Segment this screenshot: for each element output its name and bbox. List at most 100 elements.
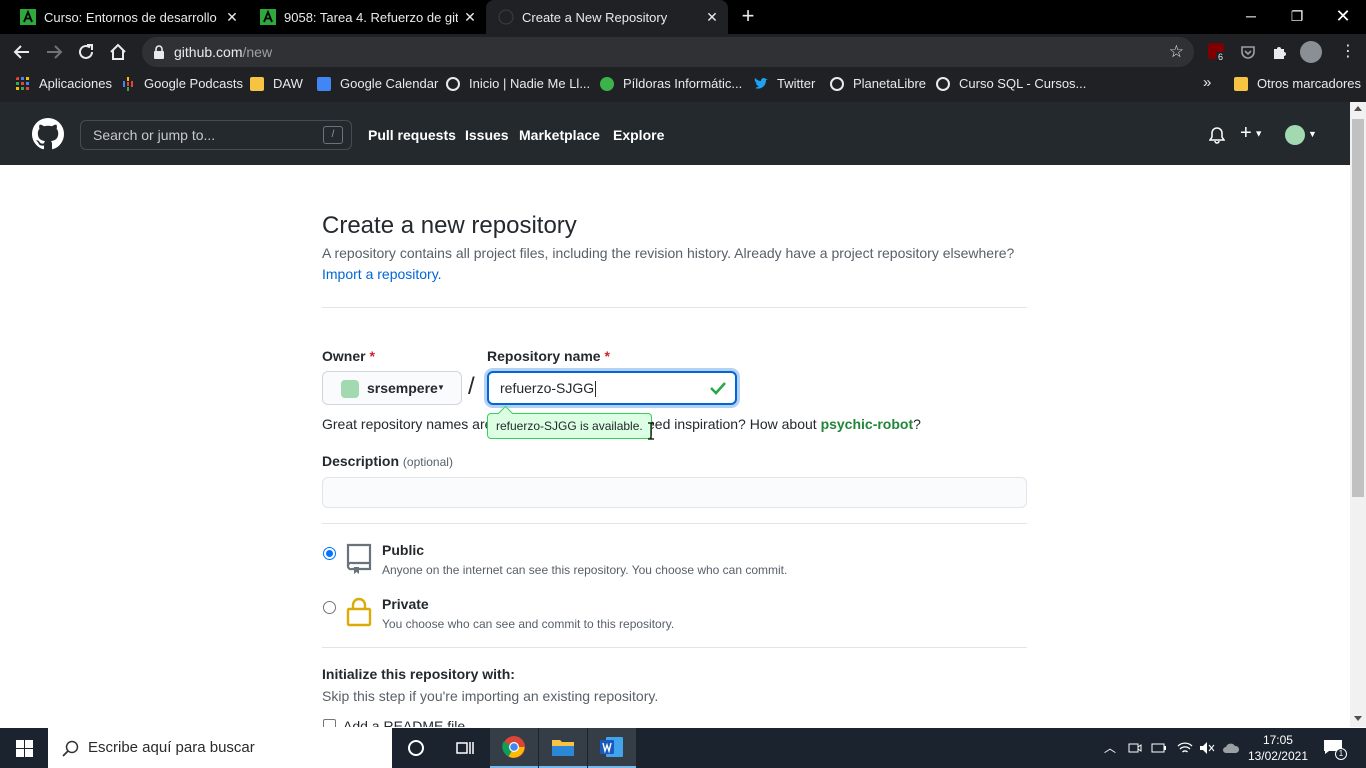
bookmark-label: Google Podcasts: [144, 76, 244, 91]
more-bookmarks-button[interactable]: »: [1203, 74, 1211, 91]
tab-title: Create a New Repository: [522, 9, 668, 25]
system-clock[interactable]: 17:05 13/02/2021: [1248, 732, 1308, 764]
search-input[interactable]: Search or jump to... /: [80, 120, 352, 150]
bell-icon[interactable]: [1209, 127, 1225, 144]
extensions-puzzle-icon[interactable]: [1271, 44, 1287, 60]
private-radio[interactable]: [323, 601, 336, 614]
home-button[interactable]: [106, 40, 130, 64]
nav-explore[interactable]: Explore: [613, 127, 664, 143]
meet-now-icon[interactable]: [1128, 741, 1142, 755]
suggestion-link[interactable]: psychic-robot: [821, 416, 914, 432]
search-placeholder: Search or jump to...: [93, 127, 216, 143]
address-bar[interactable]: github.com/new ☆: [142, 37, 1194, 67]
nav-marketplace[interactable]: Marketplace: [519, 127, 600, 143]
new-tab-button[interactable]: +: [738, 5, 758, 27]
owner-label: Owner *: [322, 348, 375, 364]
bookmark-item[interactable]: Google Podcasts: [121, 76, 243, 91]
pocket-icon[interactable]: [1240, 44, 1256, 60]
readme-checkbox[interactable]: [323, 719, 336, 727]
owner-avatar: [341, 380, 359, 398]
globe-icon: [830, 76, 844, 91]
menu-dots-icon[interactable]: ⋮: [1340, 41, 1356, 61]
volume-muted-icon[interactable]: [1199, 741, 1215, 755]
user-avatar[interactable]: [1285, 125, 1305, 145]
scroll-down-arrow-icon[interactable]: [1354, 716, 1362, 721]
cortana-button[interactable]: [392, 728, 440, 768]
bookmark-item[interactable]: Inicio | Nadie Me Ll...: [446, 76, 590, 91]
nav-issues[interactable]: Issues: [465, 127, 509, 143]
text-cursor-icon: [648, 422, 654, 440]
restore-button[interactable]: ❐: [1274, 0, 1320, 32]
task-view-button[interactable]: [440, 728, 488, 768]
bookmark-item[interactable]: Aplicaciones: [16, 76, 112, 91]
scroll-up-arrow-icon[interactable]: [1354, 106, 1362, 111]
back-button[interactable]: [10, 40, 34, 64]
clock-time: 17:05: [1262, 733, 1293, 747]
profile-avatar[interactable]: [1300, 41, 1322, 63]
minimize-button[interactable]: ─: [1228, 0, 1274, 32]
divider: [322, 523, 1027, 524]
chrome-taskbar-button[interactable]: [490, 728, 538, 768]
bookmarks-bar: Aplicaciones Google Podcasts DAW Google …: [0, 70, 1366, 98]
taskbar-search-input[interactable]: Escribe aquí para buscar: [48, 728, 392, 768]
search-shortcut-badge: /: [323, 126, 343, 144]
browser-tab[interactable]: 9058: Tarea 4. Refuerzo de github ✕: [248, 0, 486, 34]
windows-start-icon[interactable]: [16, 740, 33, 757]
battery-icon[interactable]: [1151, 741, 1167, 755]
globe-icon: [936, 76, 950, 91]
tray-chevron-up-icon[interactable]: ︿: [1104, 739, 1116, 756]
nav-pull-requests[interactable]: Pull requests: [368, 127, 456, 143]
lock-icon: [346, 597, 372, 627]
url-text: github.com/new: [174, 44, 273, 60]
import-repository-link[interactable]: Import a repository.: [322, 266, 442, 282]
browser-tab-active[interactable]: Create a New Repository ✕: [486, 0, 728, 34]
bookmark-item[interactable]: Curso SQL - Cursos...: [936, 76, 1086, 91]
bookmark-label: Curso SQL - Cursos...: [959, 76, 1087, 91]
owner-repo-separator: /: [468, 373, 475, 400]
page-scrollbar[interactable]: [1350, 102, 1366, 727]
repo-name-label: Repository name *: [487, 348, 610, 364]
forward-button[interactable]: [42, 40, 66, 64]
home-icon: [110, 43, 126, 60]
extension-badge: 6: [1216, 52, 1226, 62]
globe-icon: [446, 76, 460, 91]
public-radio[interactable]: [323, 547, 336, 560]
close-tab-icon[interactable]: ✕: [462, 9, 478, 25]
repository-name-input[interactable]: refuerzo-SJGG: [487, 371, 737, 405]
other-bookmarks-folder[interactable]: Otros marcadores: [1234, 76, 1361, 91]
bookmark-item[interactable]: Píldoras Informátic...: [600, 76, 742, 91]
twitter-icon: [754, 77, 768, 89]
description-input[interactable]: [322, 477, 1027, 508]
readme-label: Add a README file: [343, 718, 466, 727]
tab-title: 9058: Tarea 4. Refuerzo de github: [284, 9, 458, 25]
reload-button[interactable]: [74, 40, 98, 64]
chevron-down-icon[interactable]: ▼: [1308, 129, 1317, 139]
bookmark-item[interactable]: Google Calendar: [317, 76, 438, 91]
onedrive-cloud-icon[interactable]: [1222, 742, 1240, 754]
scroll-thumb[interactable]: [1352, 119, 1364, 497]
bookmark-star-icon[interactable]: ☆: [1169, 42, 1184, 62]
create-new-plus-icon[interactable]: + ▼: [1240, 122, 1263, 145]
folder-icon: [1234, 76, 1248, 91]
close-window-button[interactable]: ✕: [1320, 0, 1366, 32]
bookmark-item[interactable]: PlanetaLibre: [830, 76, 926, 91]
wifi-icon[interactable]: [1177, 740, 1193, 756]
bookmark-item[interactable]: Twitter: [754, 76, 815, 91]
browser-tab[interactable]: Curso: Entornos de desarrollo ✕: [0, 0, 248, 34]
owner-select[interactable]: srsempere ▼: [322, 371, 462, 405]
bookmark-item[interactable]: DAW: [250, 76, 303, 91]
initialize-subtitle: Skip this step if you're importing an ex…: [322, 688, 659, 704]
ublock-extension-icon[interactable]: 6: [1208, 43, 1226, 62]
repo-book-icon: [346, 543, 372, 574]
moodle-a-icon: [260, 9, 276, 25]
action-center-button[interactable]: 1: [1323, 739, 1347, 760]
close-tab-icon[interactable]: ✕: [704, 9, 720, 25]
file-explorer-taskbar-button[interactable]: [539, 728, 587, 768]
github-header: Search or jump to... / Pull requests Iss…: [0, 102, 1350, 165]
close-tab-icon[interactable]: ✕: [224, 9, 240, 25]
github-logo-icon[interactable]: [32, 118, 64, 150]
word-taskbar-button[interactable]: [588, 728, 636, 768]
clock-date: 13/02/2021: [1247, 749, 1308, 763]
bookmark-label: Google Calendar: [340, 76, 439, 91]
windows-taskbar: Escribe aquí para buscar ︿ 17:05 13/02/2…: [0, 728, 1366, 768]
